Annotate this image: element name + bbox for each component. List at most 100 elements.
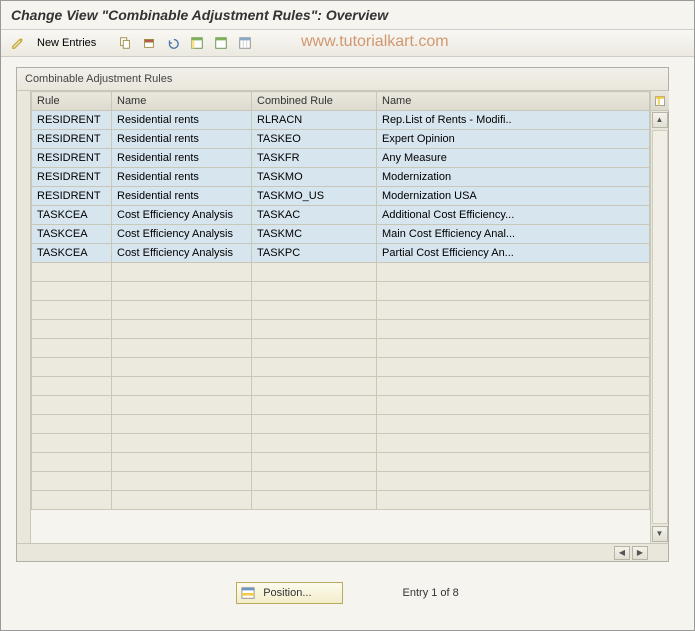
cell-name2[interactable] <box>377 491 650 510</box>
cell-rule[interactable] <box>32 263 112 282</box>
new-entries-button[interactable]: New Entries <box>31 37 102 49</box>
cell-name1[interactable] <box>112 396 252 415</box>
select-all-icon[interactable] <box>186 33 208 53</box>
cell-name2[interactable] <box>377 472 650 491</box>
col-rule[interactable]: Rule <box>32 92 112 111</box>
table-row[interactable]: TASKCEACost Efficiency AnalysisTASKPCPar… <box>32 244 650 263</box>
table-row[interactable]: TASKCEACost Efficiency AnalysisTASKMCMai… <box>32 225 650 244</box>
table-row[interactable] <box>32 415 650 434</box>
cell-crule[interactable]: TASKMO_US <box>252 187 377 206</box>
cell-name2[interactable] <box>377 282 650 301</box>
cell-name2[interactable] <box>377 377 650 396</box>
table-row[interactable] <box>32 301 650 320</box>
cell-name2[interactable] <box>377 339 650 358</box>
vertical-scrollbar[interactable]: ▲ ▼ <box>650 91 668 543</box>
cell-name1[interactable]: Residential rents <box>112 149 252 168</box>
cell-rule[interactable] <box>32 491 112 510</box>
cell-name2[interactable]: Rep.List of Rents - Modifi.. <box>377 111 650 130</box>
cell-rule[interactable]: RESIDRENT <box>32 168 112 187</box>
delete-icon[interactable] <box>138 33 160 53</box>
cell-name2[interactable] <box>377 301 650 320</box>
cell-rule[interactable] <box>32 320 112 339</box>
cell-rule[interactable] <box>32 453 112 472</box>
col-combined-rule[interactable]: Combined Rule <box>252 92 377 111</box>
cell-crule[interactable]: RLRACN <box>252 111 377 130</box>
table-row[interactable] <box>32 472 650 491</box>
table-row[interactable]: RESIDRENTResidential rentsTASKFRAny Meas… <box>32 149 650 168</box>
cell-name1[interactable] <box>112 472 252 491</box>
table-row[interactable] <box>32 377 650 396</box>
table-settings-icon[interactable] <box>234 33 256 53</box>
cell-name1[interactable] <box>112 301 252 320</box>
table-row[interactable] <box>32 339 650 358</box>
table-row[interactable] <box>32 320 650 339</box>
scroll-right-button[interactable]: ▶ <box>632 546 648 560</box>
cell-name2[interactable] <box>377 396 650 415</box>
cell-rule[interactable] <box>32 377 112 396</box>
undo-icon[interactable] <box>162 33 184 53</box>
cell-rule[interactable]: TASKCEA <box>32 244 112 263</box>
table-row[interactable] <box>32 434 650 453</box>
scroll-down-button[interactable]: ▼ <box>652 526 668 542</box>
cell-crule[interactable]: TASKAC <box>252 206 377 225</box>
copy-icon[interactable] <box>114 33 136 53</box>
table-row[interactable]: TASKCEACost Efficiency AnalysisTASKACAdd… <box>32 206 650 225</box>
table-row[interactable] <box>32 263 650 282</box>
cell-rule[interactable] <box>32 358 112 377</box>
cell-crule[interactable] <box>252 415 377 434</box>
cell-name2[interactable] <box>377 320 650 339</box>
cell-name1[interactable]: Residential rents <box>112 130 252 149</box>
cell-name2[interactable] <box>377 434 650 453</box>
cell-name2[interactable] <box>377 263 650 282</box>
cell-crule[interactable]: TASKMO <box>252 168 377 187</box>
cell-crule[interactable]: TASKPC <box>252 244 377 263</box>
cell-name1[interactable] <box>112 434 252 453</box>
cell-crule[interactable] <box>252 377 377 396</box>
cell-name1[interactable] <box>112 377 252 396</box>
cell-crule[interactable]: TASKEO <box>252 130 377 149</box>
cell-name1[interactable]: Residential rents <box>112 187 252 206</box>
horizontal-scrollbar[interactable]: ◀ ▶ <box>17 543 668 561</box>
cell-crule[interactable] <box>252 339 377 358</box>
cell-name2[interactable]: Main Cost Efficiency Anal... <box>377 225 650 244</box>
cell-crule[interactable] <box>252 282 377 301</box>
table-row[interactable] <box>32 282 650 301</box>
cell-name1[interactable]: Residential rents <box>112 111 252 130</box>
table-row[interactable] <box>32 358 650 377</box>
cell-name2[interactable] <box>377 453 650 472</box>
col-name2[interactable]: Name <box>377 92 650 111</box>
position-button[interactable]: Position... <box>236 582 342 604</box>
cell-name1[interactable] <box>112 453 252 472</box>
cell-rule[interactable] <box>32 415 112 434</box>
cell-rule[interactable]: RESIDRENT <box>32 111 112 130</box>
cell-crule[interactable] <box>252 472 377 491</box>
cell-crule[interactable] <box>252 320 377 339</box>
cell-name1[interactable] <box>112 282 252 301</box>
cell-name2[interactable]: Any Measure <box>377 149 650 168</box>
cell-crule[interactable] <box>252 358 377 377</box>
cell-name1[interactable] <box>112 339 252 358</box>
table-row[interactable]: RESIDRENTResidential rentsTASKMO_USModer… <box>32 187 650 206</box>
cell-crule[interactable] <box>252 491 377 510</box>
cell-crule[interactable] <box>252 453 377 472</box>
cell-name1[interactable] <box>112 263 252 282</box>
cell-name1[interactable]: Cost Efficiency Analysis <box>112 244 252 263</box>
cell-rule[interactable]: RESIDRENT <box>32 187 112 206</box>
row-selector-gutter[interactable] <box>17 91 31 543</box>
cell-name1[interactable] <box>112 491 252 510</box>
scroll-track[interactable] <box>652 130 668 524</box>
cell-rule[interactable]: TASKCEA <box>32 206 112 225</box>
cell-crule[interactable]: TASKFR <box>252 149 377 168</box>
cell-crule[interactable]: TASKMC <box>252 225 377 244</box>
cell-name2[interactable]: Partial Cost Efficiency An... <box>377 244 650 263</box>
table-row[interactable]: RESIDRENTResidential rentsTASKMOModerniz… <box>32 168 650 187</box>
cell-rule[interactable] <box>32 301 112 320</box>
cell-crule[interactable] <box>252 396 377 415</box>
table-row[interactable] <box>32 491 650 510</box>
cell-crule[interactable] <box>252 263 377 282</box>
table-row[interactable] <box>32 396 650 415</box>
scroll-up-button[interactable]: ▲ <box>652 112 668 128</box>
cell-name1[interactable] <box>112 415 252 434</box>
cell-name2[interactable]: Modernization <box>377 168 650 187</box>
cell-name2[interactable]: Modernization USA <box>377 187 650 206</box>
